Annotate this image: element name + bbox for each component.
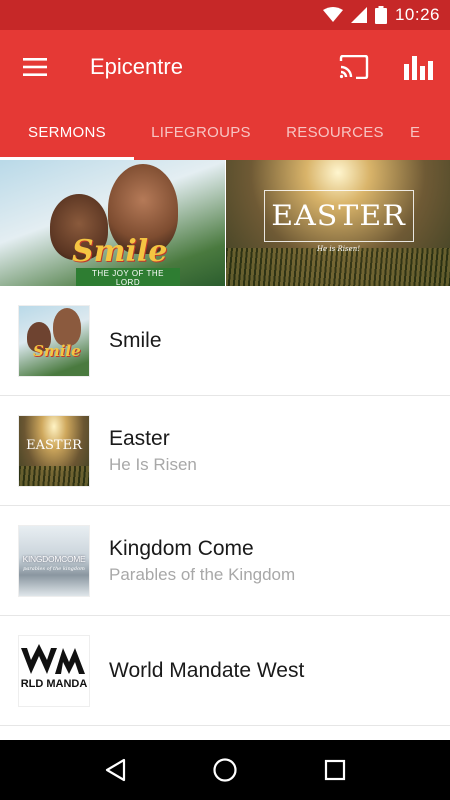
featured-slide-smile[interactable]: Smile THE JOY OF THE LORD bbox=[0, 160, 225, 286]
sermon-title: Smile bbox=[109, 328, 162, 352]
app-title: Epicentre bbox=[90, 54, 183, 79]
list-item[interactable]: Smile Smile bbox=[0, 286, 450, 396]
grass-image bbox=[19, 465, 89, 486]
stats-button[interactable] bbox=[386, 30, 450, 104]
thumb-art-text: EASTER bbox=[26, 437, 82, 453]
smile-art-text: Smile bbox=[72, 234, 168, 269]
thumb-art-sub: parables of the kingdom bbox=[23, 565, 85, 572]
easter-art-text: EASTER bbox=[271, 199, 406, 233]
list-item[interactable]: EASTER Easter He Is Risen bbox=[0, 396, 450, 506]
featured-slide-easter[interactable]: EASTER He is Risen! bbox=[225, 160, 450, 286]
sermon-subtitle: Parables of the Kingdom bbox=[109, 564, 296, 584]
sermon-thumbnail: EASTER bbox=[19, 415, 89, 486]
status-bar: 10:26 bbox=[0, 0, 450, 30]
sermon-thumbnail: RLD MANDA bbox=[19, 635, 89, 706]
list-item[interactable]: RLD MANDA World Mandate West bbox=[0, 616, 450, 726]
recents-button[interactable] bbox=[315, 750, 355, 790]
back-button[interactable] bbox=[95, 750, 135, 790]
battery-icon bbox=[374, 6, 387, 24]
thumb-art-text: Smile bbox=[33, 341, 81, 360]
easter-art-sub: He is Risen! bbox=[316, 245, 361, 253]
sermon-title: Kingdom Come bbox=[109, 536, 254, 560]
home-button[interactable] bbox=[205, 750, 245, 790]
featured-carousel: Smile THE JOY OF THE LORD EASTER He is R… bbox=[0, 160, 450, 286]
sermon-subtitle: He Is Risen bbox=[109, 454, 197, 474]
list-item[interactable]: KINGDOMCOME parables of the kingdom King… bbox=[0, 506, 450, 616]
sermon-thumbnail: KINGDOMCOME parables of the kingdom bbox=[19, 525, 89, 596]
thumb-art-text: KINGDOMCOME bbox=[22, 553, 86, 564]
wifi-icon bbox=[322, 7, 343, 22]
kid-image bbox=[53, 307, 81, 346]
tab-sermons[interactable]: SERMONS bbox=[0, 104, 134, 160]
recents-icon bbox=[324, 759, 346, 781]
status-time: 10:26 bbox=[394, 5, 440, 24]
sermon-title: World Mandate West bbox=[109, 658, 305, 682]
signal-icon bbox=[350, 7, 367, 23]
grass-image bbox=[225, 248, 450, 286]
tab-lifegroups[interactable]: LIFEGROUPS bbox=[134, 104, 268, 160]
tab-overflow[interactable]: E bbox=[402, 104, 450, 160]
hamburger-icon bbox=[23, 58, 47, 76]
tab-bar: SERMONS LIFEGROUPS RESOURCES E bbox=[0, 104, 450, 160]
bar-chart-icon bbox=[404, 56, 433, 80]
app-bar: Epicentre bbox=[0, 30, 450, 104]
menu-button[interactable] bbox=[0, 30, 70, 104]
system-nav-bar bbox=[0, 740, 450, 800]
thumb-art-text: RLD MANDA bbox=[20, 677, 88, 690]
cast-button[interactable] bbox=[322, 30, 386, 104]
tab-resources[interactable]: RESOURCES bbox=[268, 104, 402, 160]
home-icon bbox=[213, 758, 237, 782]
cast-icon bbox=[339, 55, 369, 79]
sermon-title: Easter bbox=[109, 426, 170, 450]
back-icon bbox=[105, 758, 126, 782]
sermon-list: Smile Smile EASTER Easter He Is Risen KI… bbox=[0, 286, 450, 726]
easter-art-frame: EASTER He is Risen! bbox=[263, 190, 414, 253]
sermon-thumbnail: Smile bbox=[19, 305, 89, 376]
smile-art-banner: THE JOY OF THE LORD bbox=[76, 268, 180, 286]
